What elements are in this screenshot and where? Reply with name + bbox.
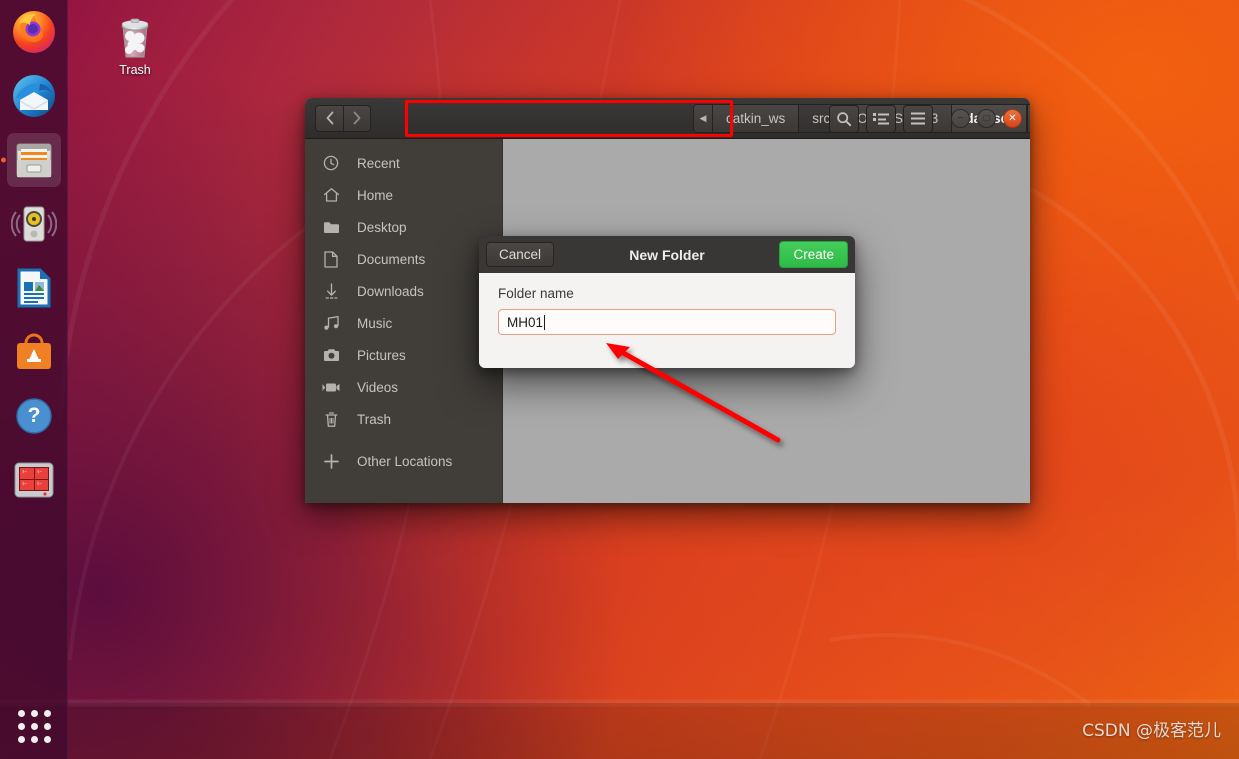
navigation-buttons xyxy=(305,104,371,132)
svg-text:$~: $~ xyxy=(22,469,27,474)
terminal-icon: $~ $~ $~ $~ xyxy=(14,462,54,498)
sidebar-item-label: Trash xyxy=(357,411,392,427)
dialog-header: Cancel New Folder Create xyxy=(479,236,855,273)
menu-button[interactable] xyxy=(903,104,933,133)
sidebar-item-trash[interactable]: Trash xyxy=(305,403,502,435)
sidebar-item-label: Recent xyxy=(357,155,400,171)
dock-item-rhythmbox[interactable] xyxy=(7,197,61,251)
thunderbird-icon xyxy=(13,75,55,117)
firefox-icon xyxy=(13,11,55,53)
folder-name-label: Folder name xyxy=(498,286,574,301)
sidebar-item-label: Videos xyxy=(357,379,399,395)
dock-item-firefox[interactable] xyxy=(7,5,61,59)
dock-item-help[interactable]: ? xyxy=(7,389,61,443)
svg-text:$~: $~ xyxy=(37,481,42,486)
search-button[interactable] xyxy=(829,104,859,133)
forward-button[interactable] xyxy=(343,104,371,132)
files-manager-icon xyxy=(16,143,52,178)
header-toolbar: − □ ✕ xyxy=(829,98,1022,139)
sidebar-item-label: Downloads xyxy=(357,283,424,299)
trash-desktop-label: Trash xyxy=(119,63,151,77)
breadcrumb-overflow-left[interactable]: ◀ xyxy=(693,104,713,133)
trash-desktop-icon[interactable]: Trash xyxy=(104,14,166,77)
svg-text:$~: $~ xyxy=(37,469,42,474)
sidebar-item-home[interactable]: Home xyxy=(305,179,502,211)
create-button[interactable]: Create xyxy=(779,241,848,268)
music-note-icon xyxy=(305,315,357,331)
folder-name-value: MH01 xyxy=(507,314,544,330)
cancel-button[interactable]: Cancel xyxy=(486,242,555,267)
sidebar-item-other-locations[interactable]: Other Locations xyxy=(305,445,502,477)
close-button[interactable]: ✕ xyxy=(1003,109,1022,128)
app-grid-icon xyxy=(17,709,51,743)
sidebar-item-desktop[interactable]: Desktop xyxy=(305,211,502,243)
ubuntu-software-icon xyxy=(17,333,51,369)
trash-bin-icon xyxy=(121,18,149,58)
places-sidebar: Recent Home Desktop Documents Downloads … xyxy=(305,139,503,503)
sidebar-divider xyxy=(305,435,502,445)
text-caret xyxy=(544,314,546,330)
dialog-body: Folder name MH01 xyxy=(479,273,855,368)
view-options-button[interactable] xyxy=(866,104,896,133)
sidebar-item-recent[interactable]: Recent xyxy=(305,147,502,179)
breadcrumb-item-catkin-ws[interactable]: catkin_ws xyxy=(713,104,800,133)
chevron-left-icon xyxy=(326,111,333,125)
video-camera-icon xyxy=(305,381,357,394)
wallpaper-lower-band xyxy=(0,703,1239,759)
plus-icon xyxy=(305,453,357,470)
sidebar-item-label: Other Locations xyxy=(357,453,453,469)
maximize-button[interactable]: □ xyxy=(977,109,996,128)
camera-icon xyxy=(305,348,357,362)
search-icon xyxy=(837,111,852,126)
sidebar-item-label: Documents xyxy=(357,251,426,267)
sidebar-item-pictures[interactable]: Pictures xyxy=(305,339,502,371)
breadcrumb-overflow-right[interactable]: ▶ xyxy=(1026,104,1030,133)
download-icon xyxy=(305,282,357,300)
svg-text:?: ? xyxy=(28,404,41,427)
sidebar-item-label: Pictures xyxy=(357,347,406,363)
svg-text:$~: $~ xyxy=(22,481,27,486)
back-button[interactable] xyxy=(315,104,343,132)
hamburger-menu-icon xyxy=(911,112,925,125)
minimize-button[interactable]: − xyxy=(951,109,970,128)
ubuntu-dock: ? $~ $~ $~ $~ xyxy=(0,0,68,759)
show-applications-button[interactable] xyxy=(7,700,61,752)
trash-icon xyxy=(305,411,357,428)
chevron-right-icon xyxy=(353,111,361,125)
csdn-watermark: CSDN @极客范儿 xyxy=(1082,721,1221,741)
home-icon xyxy=(305,187,357,203)
sidebar-item-label: Desktop xyxy=(357,219,407,235)
dock-item-thunderbird[interactable] xyxy=(7,69,61,123)
new-folder-dialog: Cancel New Folder Create Folder name MH0… xyxy=(479,236,855,368)
view-list-icon xyxy=(873,112,889,124)
clock-icon xyxy=(305,155,357,171)
dock-item-libreoffice-writer[interactable] xyxy=(7,261,61,315)
sidebar-item-documents[interactable]: Documents xyxy=(305,243,502,275)
folder-icon xyxy=(305,220,357,235)
sidebar-item-downloads[interactable]: Downloads xyxy=(305,275,502,307)
sidebar-item-label: Home xyxy=(357,187,394,203)
window-header-bar: ◀ catkin_ws src ORB_SLAM3 dataset ▶ xyxy=(305,98,1030,139)
folder-name-input[interactable]: MH01 xyxy=(498,309,836,335)
sidebar-item-label: Music xyxy=(357,315,393,331)
dock-item-terminal[interactable]: $~ $~ $~ $~ xyxy=(7,453,61,507)
sidebar-item-videos[interactable]: Videos xyxy=(305,371,502,403)
document-icon xyxy=(305,250,357,268)
libreoffice-writer-icon xyxy=(17,268,51,308)
sidebar-item-music[interactable]: Music xyxy=(305,307,502,339)
dock-item-ubuntu-software[interactable] xyxy=(7,325,61,379)
rhythmbox-icon xyxy=(11,206,57,242)
dock-item-files[interactable] xyxy=(7,133,61,187)
help-icon: ? xyxy=(16,398,52,434)
